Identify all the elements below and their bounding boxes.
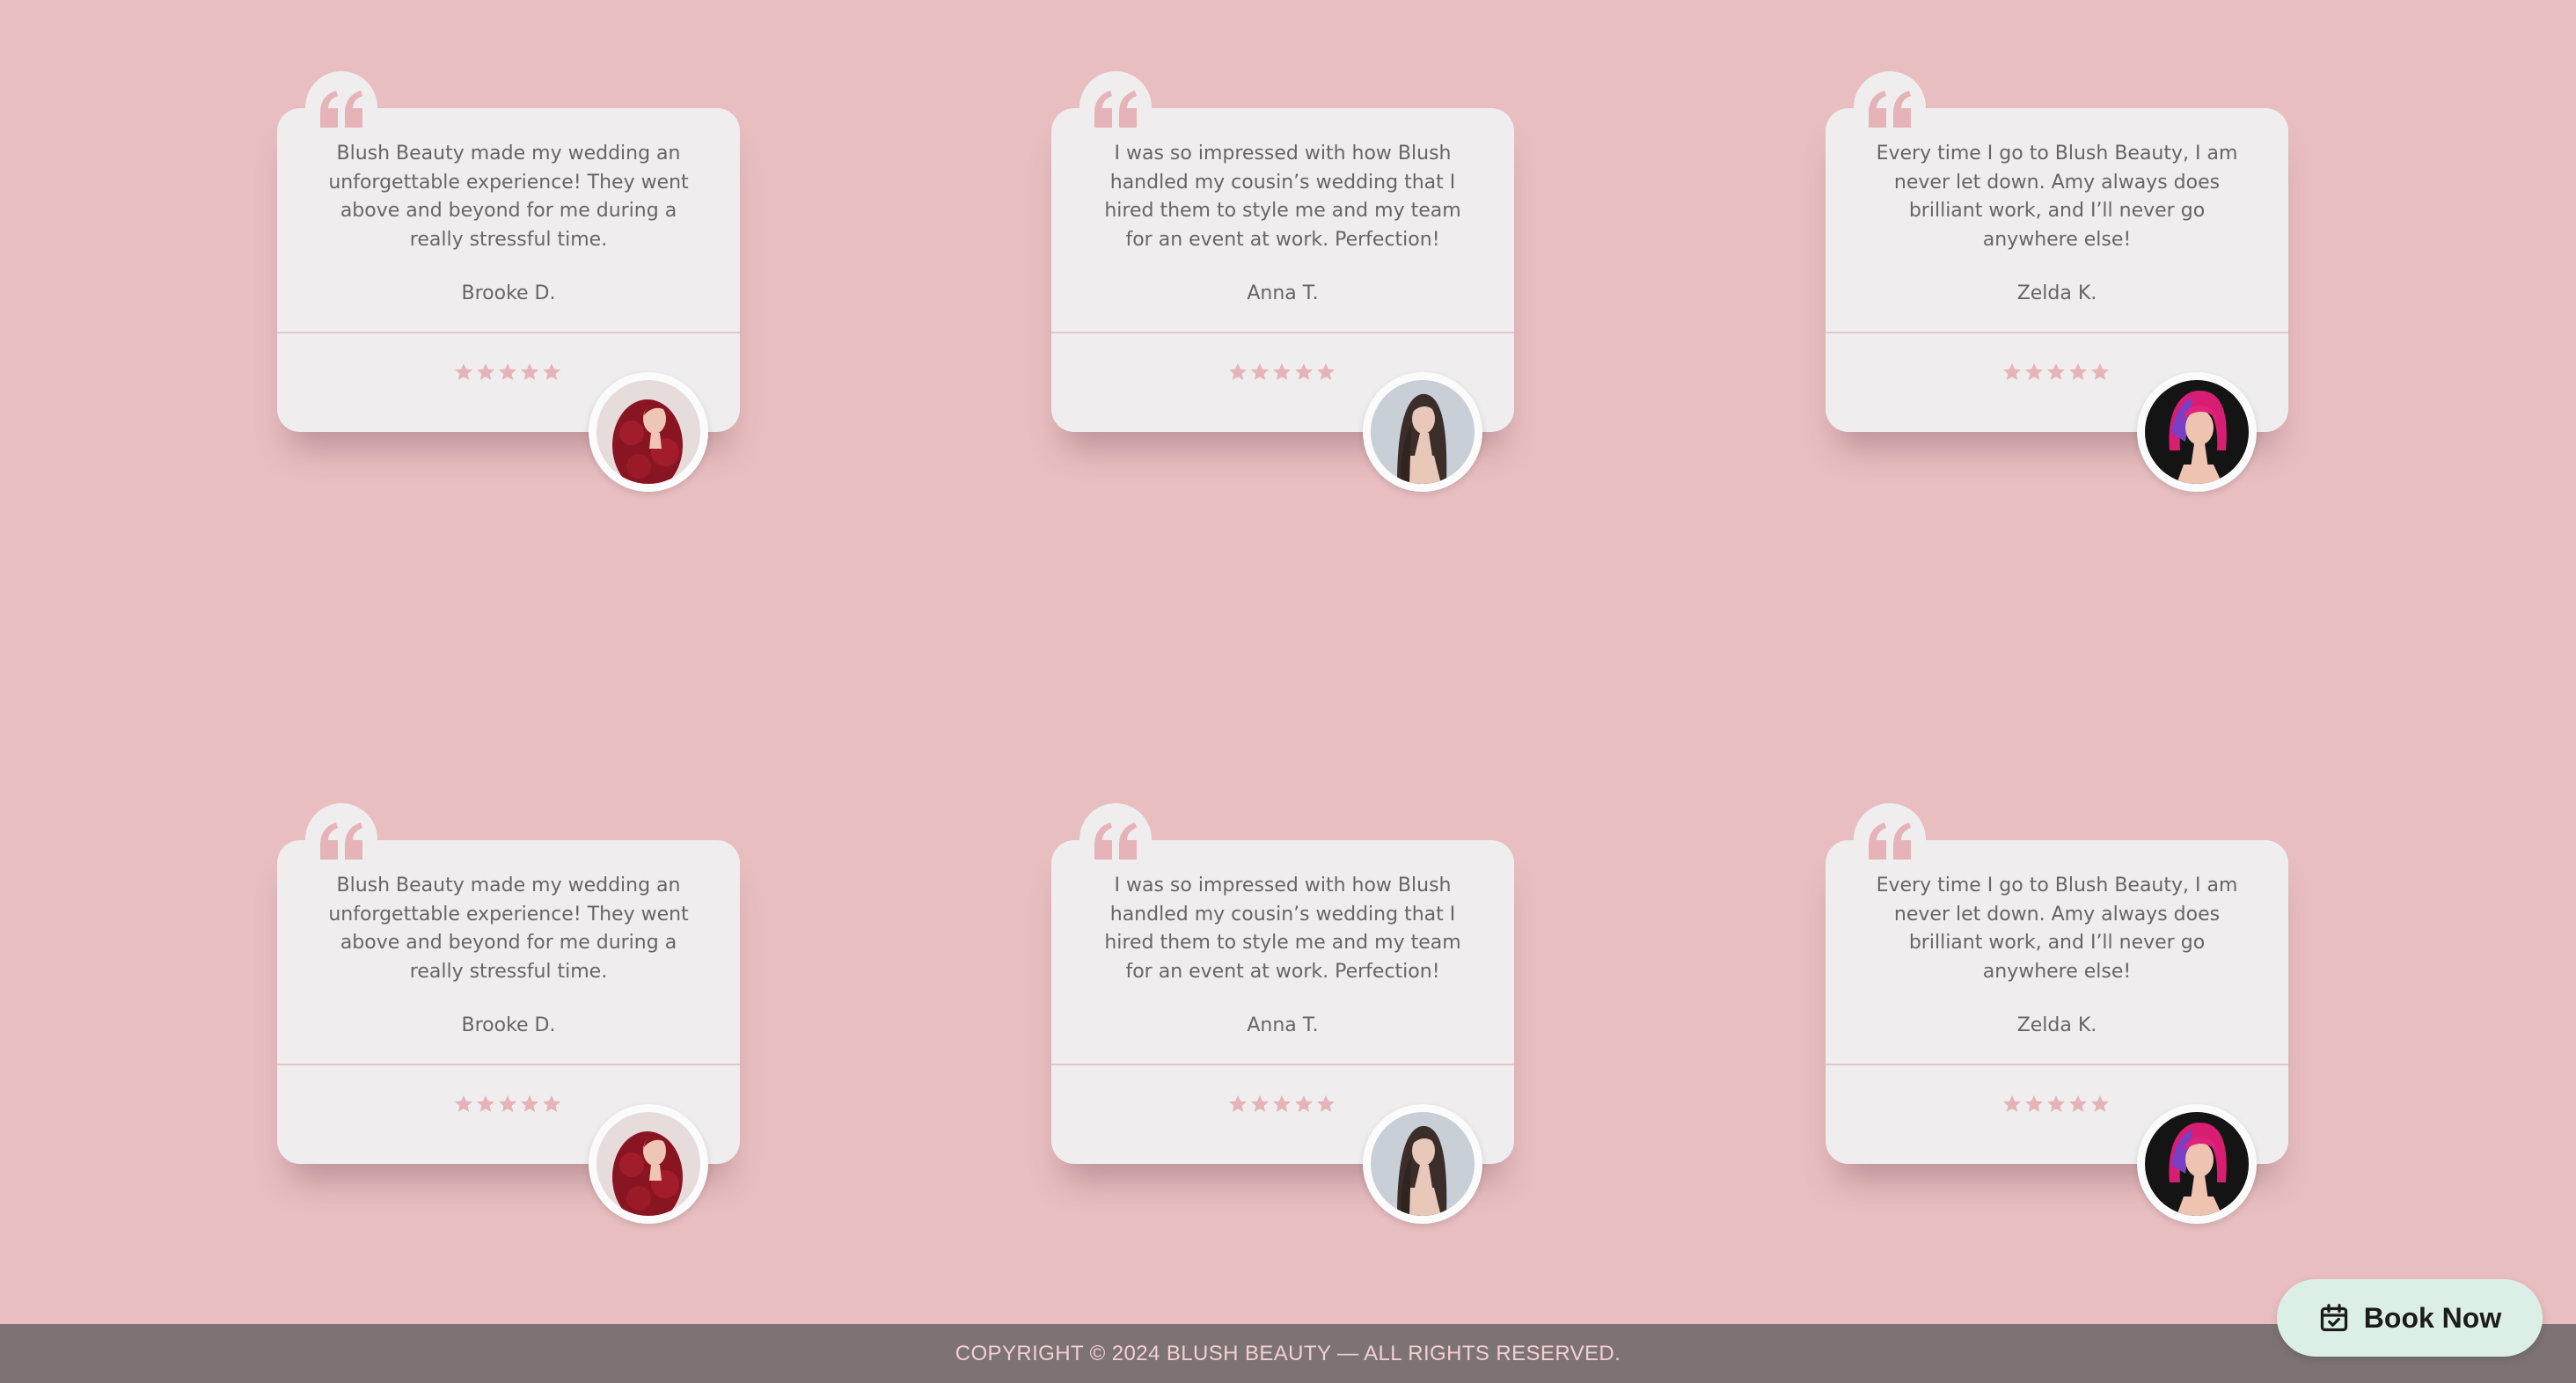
star-icon xyxy=(477,363,494,380)
avatar xyxy=(1363,372,1482,492)
star-icon xyxy=(1295,1095,1313,1112)
testimonial-quote: I was so impressed with how Blush handle… xyxy=(1104,143,1461,251)
star-icon xyxy=(521,363,538,380)
testimonial-quote: Every time I go to Blush Beauty, I am ne… xyxy=(1876,874,2238,983)
star-icon xyxy=(455,1095,472,1112)
star-icon xyxy=(1229,363,1247,380)
testimonial-author: Zelda K. xyxy=(2016,1014,2097,1036)
site-footer: COPYRIGHT © 2024 BLUSH BEAUTY — ALL RIGH… xyxy=(0,1324,2576,1383)
testimonial-card: I was so impressed with how Blush handle… xyxy=(1051,71,1514,492)
star-icon xyxy=(2047,1095,2065,1112)
testimonial-author: Zelda K. xyxy=(2016,282,2097,304)
star-icon xyxy=(1251,363,1269,380)
star-icon xyxy=(2069,1095,2087,1112)
testimonial-quote: I was so impressed with how Blush handle… xyxy=(1104,874,1461,983)
card-divider xyxy=(1051,1064,1514,1065)
star-icon xyxy=(2025,363,2043,380)
star-icon xyxy=(1251,1095,1269,1112)
star-icon xyxy=(455,363,472,380)
star-icon xyxy=(543,1095,560,1112)
testimonial-card: Every time I go to Blush Beauty, I am ne… xyxy=(1826,71,2288,492)
testimonial-card: Blush Beauty made my wedding an unforget… xyxy=(277,71,740,492)
testimonial-author: Brooke D. xyxy=(461,1014,556,1036)
star-icon xyxy=(477,1095,494,1112)
star-icon xyxy=(521,1095,538,1112)
star-icon xyxy=(543,363,560,380)
card-divider xyxy=(1826,1064,2288,1065)
quote-mark-icon xyxy=(305,803,377,875)
star-icon xyxy=(1273,1095,1291,1112)
star-rating xyxy=(453,362,564,383)
star-icon xyxy=(499,1095,516,1112)
star-icon xyxy=(2091,363,2109,380)
copyright-text: COPYRIGHT © 2024 BLUSH BEAUTY — ALL RIGH… xyxy=(955,1341,1621,1365)
avatar xyxy=(2137,1104,2257,1224)
star-icon xyxy=(499,363,516,380)
card-divider xyxy=(277,1064,740,1065)
star-icon xyxy=(2025,1095,2043,1112)
card-divider xyxy=(1826,332,2288,333)
avatar xyxy=(2137,372,2257,492)
avatar xyxy=(589,1104,708,1224)
calendar-check-icon xyxy=(2320,1304,2347,1332)
quote-mark-icon xyxy=(305,71,377,143)
star-icon xyxy=(2003,363,2021,380)
testimonial-card: Every time I go to Blush Beauty, I am ne… xyxy=(1826,803,2288,1224)
testimonial-card: Blush Beauty made my wedding an unforget… xyxy=(277,803,740,1224)
star-icon xyxy=(2047,363,2065,380)
star-rating xyxy=(1227,362,1338,383)
book-now-label: Book Now xyxy=(2363,1301,2502,1334)
testimonial-quote: Blush Beauty made my wedding an unforget… xyxy=(328,874,689,983)
testimonial-quote: Blush Beauty made my wedding an unforget… xyxy=(328,143,689,251)
star-icon xyxy=(2069,363,2087,380)
star-rating xyxy=(1227,1094,1338,1115)
star-icon xyxy=(2003,1095,2021,1112)
star-icon xyxy=(1317,363,1335,380)
testimonial-author: Brooke D. xyxy=(461,282,556,304)
star-rating xyxy=(2002,1094,2112,1115)
card-divider xyxy=(277,332,740,333)
star-icon xyxy=(1273,363,1291,380)
star-rating xyxy=(2002,362,2112,383)
testimonial-quote: Every time I go to Blush Beauty, I am ne… xyxy=(1876,143,2238,251)
quote-mark-icon xyxy=(1079,71,1152,143)
star-icon xyxy=(1295,363,1313,380)
star-icon xyxy=(2091,1095,2109,1112)
quote-mark-icon xyxy=(1079,803,1152,875)
avatar xyxy=(1363,1104,1482,1224)
testimonial-author: Anna T. xyxy=(1247,282,1319,304)
testimonial-card: I was so impressed with how Blush handle… xyxy=(1051,803,1514,1224)
star-icon xyxy=(1317,1095,1335,1112)
star-rating xyxy=(453,1094,564,1115)
testimonial-author: Anna T. xyxy=(1247,1014,1319,1036)
testimonials-grid: Blush Beauty made my wedding an unforget… xyxy=(0,0,2576,1324)
book-now-button[interactable]: Book Now xyxy=(2277,1279,2543,1357)
avatar xyxy=(589,372,708,492)
quote-mark-icon xyxy=(1854,71,1926,143)
card-divider xyxy=(1051,332,1514,333)
star-icon xyxy=(1229,1095,1247,1112)
quote-mark-icon xyxy=(1854,803,1926,875)
